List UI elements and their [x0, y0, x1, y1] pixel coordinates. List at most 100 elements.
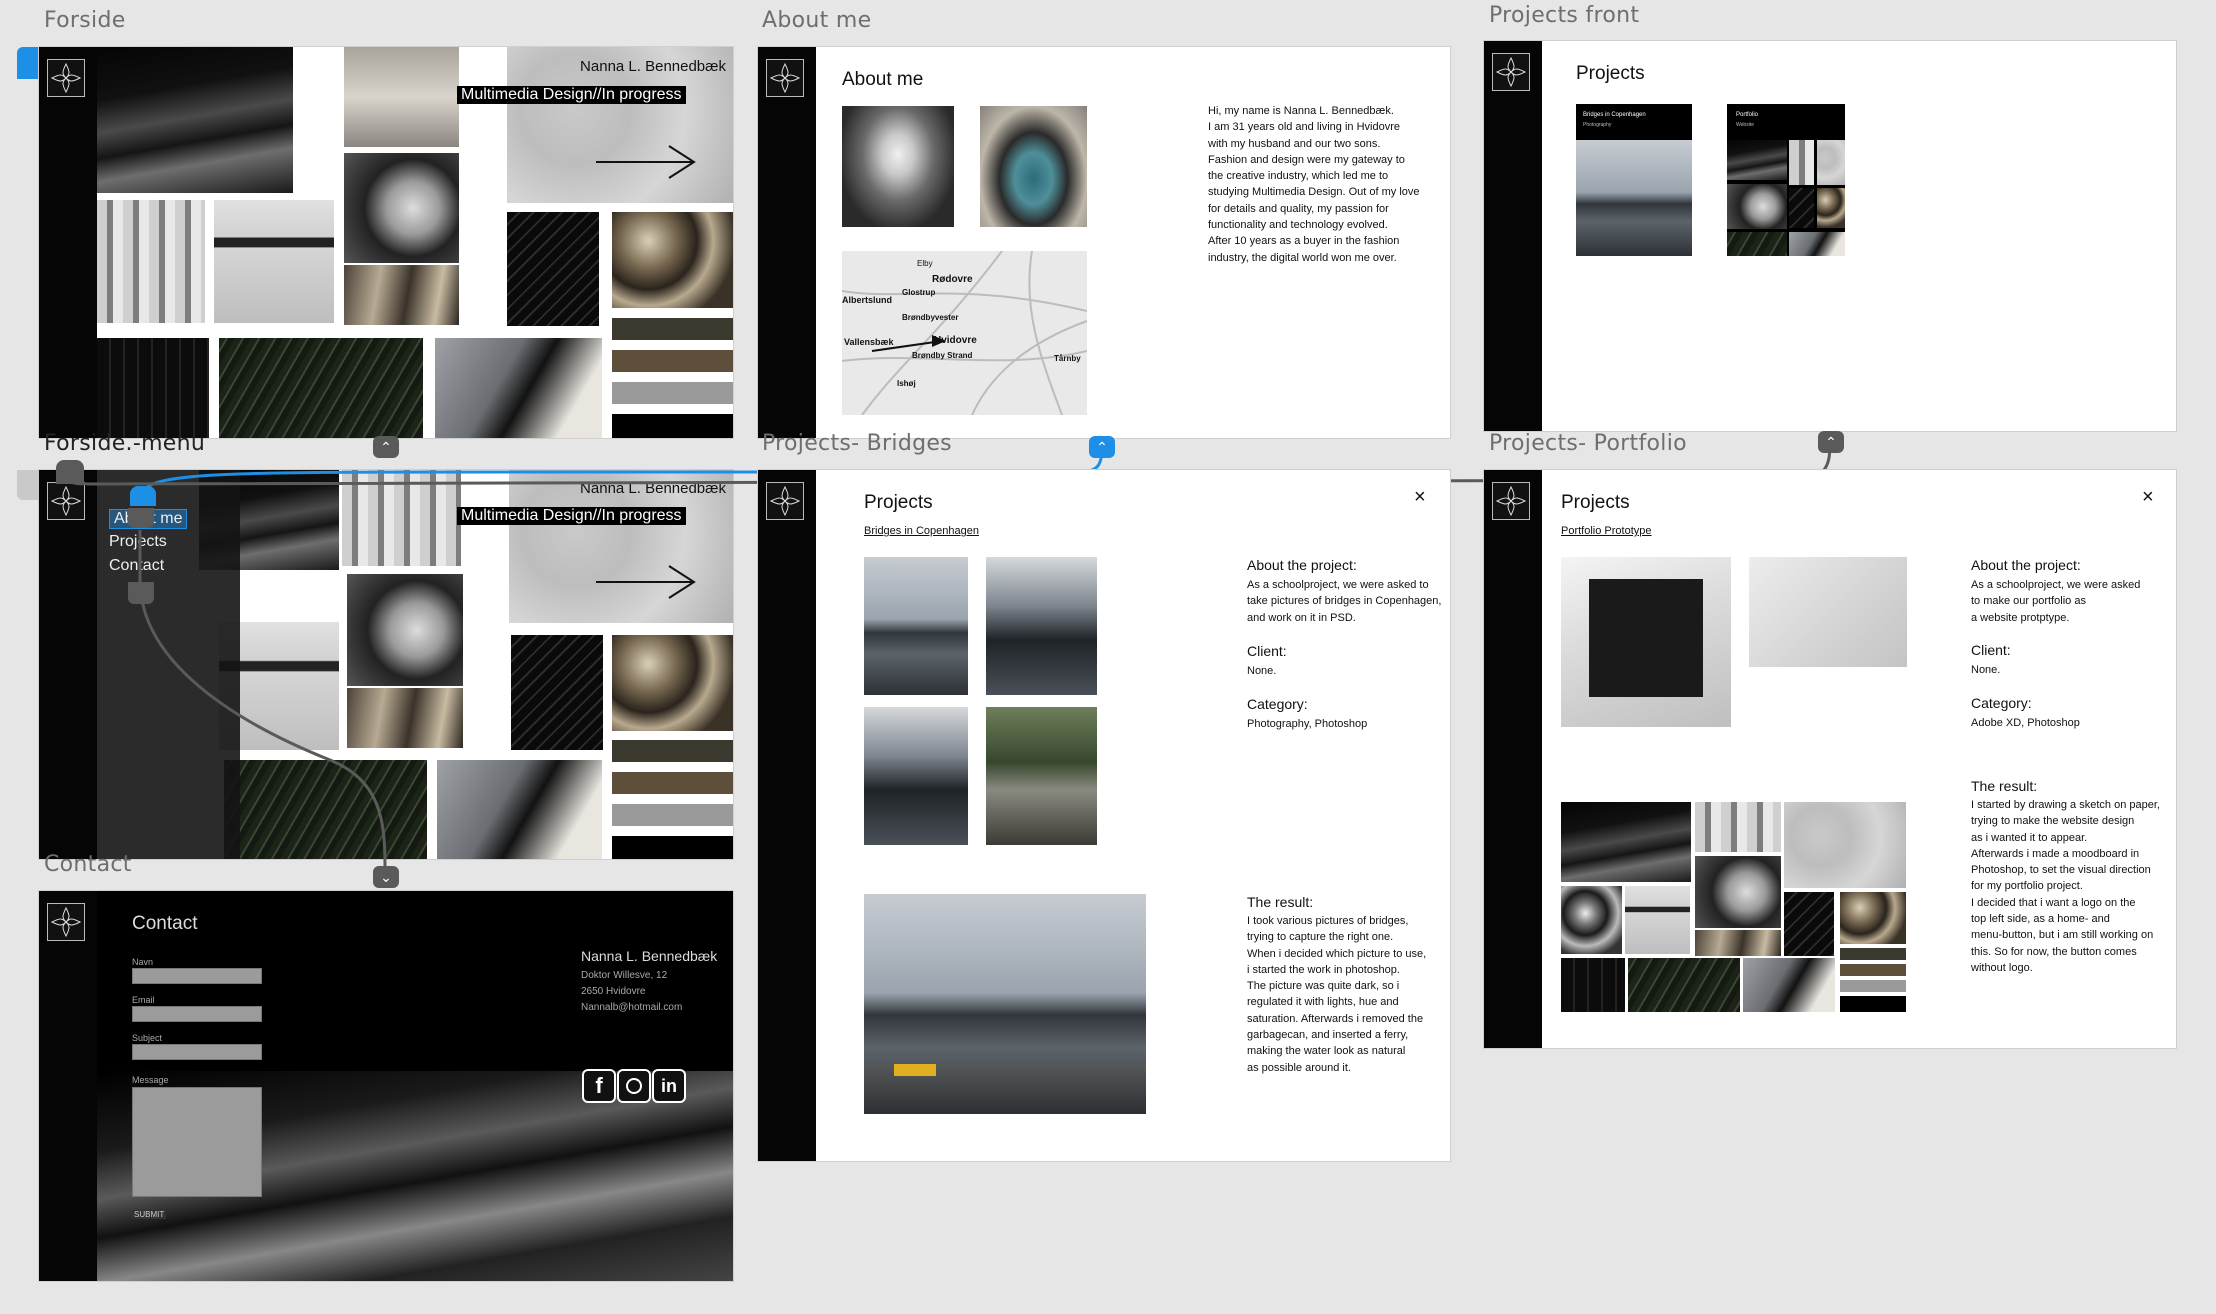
message-field[interactable]	[132, 1087, 262, 1197]
project-link-bridges[interactable]: Bridges in Copenhagen	[864, 525, 979, 537]
artboard-portfolio[interactable]: Projects Portfolio Prototype × About the…	[1484, 470, 2176, 1048]
email-field[interactable]	[132, 1006, 262, 1022]
logo-icon[interactable]	[1492, 482, 1530, 520]
moodboard-gravel	[1784, 802, 1906, 888]
close-icon[interactable]: ×	[2142, 486, 2154, 509]
screen-content	[1589, 579, 1703, 697]
client-value: None.	[1247, 665, 1277, 677]
photo-sketch	[1749, 557, 1907, 667]
result-line: I decided that i want a logo on the	[1971, 896, 2136, 909]
result-line: garbagecan, and inserted a ferry,	[1247, 1029, 1409, 1042]
category-value: Photography, Photoshop	[1247, 718, 1368, 730]
contact-form: Navn Email Subject Message	[132, 957, 262, 1197]
subject-field[interactable]	[132, 1044, 262, 1060]
wire-connector-projects[interactable]	[128, 508, 154, 528]
project-link-portfolio[interactable]: Portfolio Prototype	[1561, 525, 1652, 537]
wire-connector-contact[interactable]	[128, 582, 154, 604]
result-line: Photoshop, to set the visual direction	[1971, 864, 2151, 877]
sidebar	[1484, 470, 1542, 1048]
facebook-icon[interactable]: f	[582, 1069, 616, 1103]
contact-heading: Contact	[132, 913, 198, 934]
result-text: I started by drawing a sketch on paper, …	[1971, 797, 2171, 976]
swatch-black	[1840, 996, 1906, 1012]
moodboard-book	[1695, 856, 1781, 928]
about-line: As a schoolproject, we were asked to	[1247, 579, 1429, 591]
sidebar	[758, 470, 816, 1161]
linkedin-icon[interactable]: in	[652, 1069, 686, 1103]
address-city: 2650 Hvidovre	[581, 986, 646, 997]
about-project-title: About the project:	[1971, 557, 2081, 573]
result-line: without logo.	[1971, 961, 2033, 974]
moodboard-pillars	[1695, 802, 1781, 852]
submit-button[interactable]: SUBMIT	[132, 1210, 167, 1219]
artboard-label-portfolio[interactable]: Projects- Portfolio	[1489, 431, 1687, 456]
swatch-brown	[1840, 964, 1906, 976]
result-line: Afterwards i made a moodboard in	[1971, 847, 2140, 860]
moodboard-fish	[1695, 930, 1781, 956]
result-line: trying to capture the right one.	[1247, 931, 1394, 944]
result-text: I took various pictures of bridges, tryi…	[1247, 913, 1447, 1076]
swatch-grey	[1840, 980, 1906, 992]
wire-connector-about[interactable]	[130, 486, 156, 506]
moodboard-rock	[1561, 802, 1691, 882]
about-line: As a schoolproject, we were asked	[1971, 579, 2141, 591]
result-line: trying to make the website design	[1971, 815, 2135, 828]
name-field[interactable]	[132, 968, 262, 984]
result-line: for my portfolio project.	[1971, 880, 2083, 893]
instagram-icon[interactable]	[617, 1069, 651, 1103]
about-line: take pictures of bridges in Copenhagen,	[1247, 595, 1442, 608]
artboard-label-bridges[interactable]: Projects- Bridges	[762, 431, 952, 456]
artboard-contact[interactable]: Contact Navn Email Subject Message SUBMI…	[39, 891, 733, 1281]
projects-heading: Projects	[1561, 492, 1630, 513]
logo-icon[interactable]	[47, 903, 85, 941]
field-label: Message	[132, 1075, 169, 1085]
sidebar	[39, 891, 97, 1281]
swatch-olive	[1840, 948, 1906, 960]
category-title: Category:	[1247, 696, 1308, 712]
moodboard-legs	[1625, 886, 1690, 954]
result-title: The result:	[1971, 778, 2038, 794]
result-title: The result:	[1247, 894, 1314, 910]
moodboard-leaf	[1628, 958, 1740, 1012]
close-icon[interactable]: ×	[1414, 486, 1426, 509]
wire-start-marker	[17, 470, 39, 500]
result-line: i started the work in photoshop.	[1247, 963, 1400, 976]
client-value: None.	[1971, 664, 2001, 676]
instagram-lens	[626, 1078, 642, 1094]
moodboard-rack	[1561, 958, 1625, 1012]
artboard-bridges[interactable]: Projects Bridges in Copenhagen × About t…	[758, 470, 1450, 1161]
moodboard-diamonds	[1561, 886, 1622, 954]
result-line: I started by drawing a sketch on paper,	[1971, 799, 2160, 811]
wire-connector[interactable]	[56, 460, 84, 484]
about-line: a website protptype.	[1971, 611, 2070, 624]
photo-bridge-2	[986, 557, 1097, 695]
result-line: regulated it with lights, hue and	[1247, 996, 1399, 1009]
about-line: and work on it in PSD.	[1247, 611, 1356, 624]
address-name: Nanna L. Bennedbæk	[581, 948, 718, 964]
about-project-text: As a schoolproject, we were asked to mak…	[1971, 577, 2171, 626]
field-label: Email	[132, 995, 155, 1005]
about-project-title: About the project:	[1247, 557, 1357, 573]
logo-icon[interactable]	[766, 482, 804, 520]
address-street: Doktor Willesve, 12	[581, 970, 668, 981]
moodboard-chevrons	[1784, 892, 1834, 956]
address-email: Nannalb@hotmail.com	[581, 1002, 683, 1013]
result-line: The picture was quite dark, so i	[1247, 980, 1400, 993]
moodboard-jacket	[1743, 958, 1835, 1012]
result-line: menu-button, but i am still working on	[1971, 929, 2154, 942]
ferry	[894, 1064, 936, 1076]
client-title: Client:	[1971, 642, 2011, 658]
photo-bridge-4	[986, 707, 1097, 845]
link-handle-contact[interactable]: ⌄	[373, 866, 399, 888]
result-line: as i wanted it to appear.	[1971, 831, 2088, 844]
about-project-text: As a schoolproject, we were asked to tak…	[1247, 577, 1447, 626]
result-line: top left side, as a home- and	[1971, 913, 2110, 926]
artboard-label-contact[interactable]: Contact	[44, 852, 132, 877]
result-line: as possible around it.	[1247, 1061, 1351, 1074]
field-label: Subject	[132, 1033, 163, 1043]
photo-bridge-1	[864, 557, 968, 695]
result-line: I took various pictures of bridges,	[1247, 915, 1409, 927]
category-title: Category:	[1971, 695, 2032, 711]
photo-bridge-3	[864, 707, 968, 845]
result-line: saturation. Afterwards i removed the	[1247, 1012, 1424, 1025]
